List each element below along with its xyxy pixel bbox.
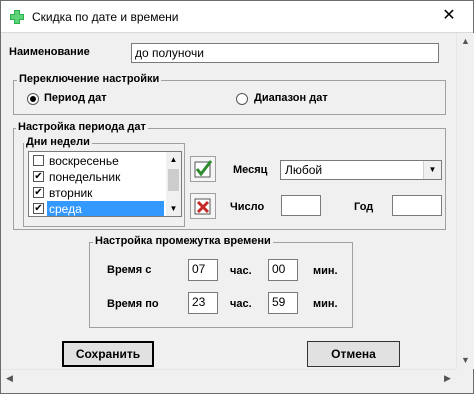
month-value: Любой — [285, 163, 323, 177]
checkbox[interactable]: ✔ — [33, 171, 44, 182]
scroll-right-icon[interactable]: ▶ — [439, 370, 456, 387]
scroll-left-icon[interactable]: ◀ — [1, 370, 18, 387]
vertical-scrollbar[interactable]: ▲ ▼ — [456, 33, 474, 369]
close-icon[interactable]: ✕ — [436, 5, 462, 27]
radio-period[interactable] — [27, 93, 39, 105]
day-label: Число — [230, 201, 265, 213]
green-plus-icon — [10, 10, 24, 24]
weekdays-listbox[interactable]: воскресенье ✔ понедельник ✔ вторник ✔ ср… — [28, 151, 182, 217]
name-label: Наименование — [9, 46, 90, 58]
switch-group-title: Переключение настройки — [17, 73, 162, 85]
radio-range[interactable] — [236, 93, 248, 105]
to-hours-input[interactable]: 23 — [188, 292, 218, 314]
scroll-thumb[interactable] — [168, 169, 179, 191]
check-all-button[interactable] — [190, 156, 216, 182]
radio-range-label[interactable]: Диапазон дат — [254, 92, 328, 104]
minutes-unit-label: мин. — [313, 298, 338, 310]
dialog-window: Скидка по дате и времени ✕ Наименование … — [0, 0, 474, 394]
to-minutes-input[interactable]: 59 — [268, 292, 298, 314]
checkbox[interactable]: ✔ — [33, 187, 44, 198]
from-minutes-input[interactable]: 00 — [268, 259, 298, 281]
time-group-title: Настройка промежутка времени — [93, 235, 273, 247]
red-cross-icon — [194, 198, 211, 215]
time-group — [89, 242, 353, 328]
period-group-title: Настройка периода дат — [16, 121, 148, 133]
radio-period-label[interactable]: Период дат — [44, 92, 107, 104]
scroll-down-icon[interactable]: ▼ — [457, 352, 474, 369]
title-bar[interactable]: Скидка по дате и времени ✕ — [1, 1, 473, 33]
scroll-up-icon[interactable]: ▲ — [166, 152, 181, 167]
list-item[interactable]: воскресенье — [30, 153, 164, 169]
time-from-label: Время с — [107, 264, 152, 276]
save-button[interactable]: Сохранить — [62, 341, 154, 367]
day-input[interactable] — [281, 195, 321, 216]
time-to-label: Время по — [107, 298, 159, 310]
list-scrollbar[interactable]: ▲ ▼ — [166, 152, 181, 216]
year-input[interactable] — [392, 195, 442, 216]
green-check-icon — [194, 160, 213, 178]
minutes-unit-label: мин. — [313, 265, 338, 277]
window-title: Скидка по дате и времени — [32, 10, 179, 24]
hours-unit-label: час. — [230, 265, 252, 277]
scroll-up-icon[interactable]: ▲ — [457, 33, 474, 50]
hours-unit-label: час. — [230, 298, 252, 310]
chevron-down-icon[interactable]: ▼ — [423, 161, 441, 179]
cancel-button[interactable]: Отмена — [307, 341, 400, 367]
uncheck-all-button[interactable] — [190, 193, 216, 219]
list-item[interactable]: ✔ понедельник — [30, 169, 164, 185]
month-label: Месяц — [233, 164, 268, 176]
month-select[interactable]: Любой ▼ — [280, 160, 442, 180]
year-label: Год — [354, 201, 374, 213]
checkbox[interactable] — [33, 155, 44, 166]
weekdays-title: Дни недели — [24, 136, 92, 148]
name-input[interactable]: до полуночи — [131, 43, 439, 63]
from-hours-input[interactable]: 07 — [188, 259, 218, 281]
list-item[interactable]: ✔ вторник — [30, 185, 164, 201]
scroll-down-icon[interactable]: ▼ — [166, 201, 181, 216]
checkbox[interactable]: ✔ — [33, 203, 44, 214]
size-grip[interactable] — [456, 369, 473, 386]
list-item[interactable]: ✔ среда — [30, 201, 164, 216]
horizontal-scrollbar[interactable]: ◀ ▶ — [1, 369, 456, 387]
